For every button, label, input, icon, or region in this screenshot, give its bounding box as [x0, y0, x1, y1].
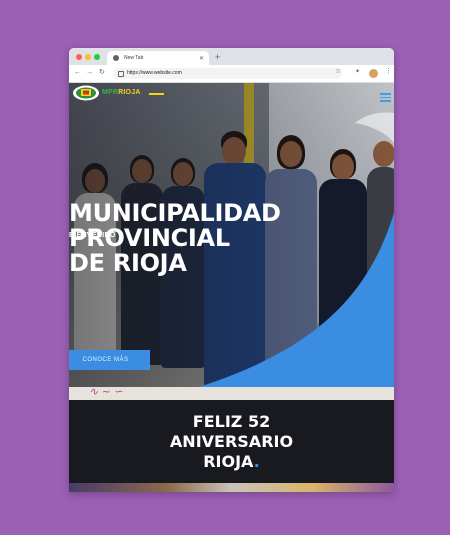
- browser-tab[interactable]: New Tab ✕: [107, 51, 209, 65]
- browser-toolbar: ← → ↻ https://www.website.com ☆ ✦ ⋮: [69, 65, 394, 83]
- logo-underline: [149, 93, 164, 95]
- tab-title: New Tab: [124, 55, 144, 61]
- hamburger-menu-icon[interactable]: [380, 93, 391, 104]
- menu-icon[interactable]: ⋮: [385, 67, 392, 77]
- url-text[interactable]: https://www.website.com: [127, 70, 182, 76]
- banner-line-1: FELIZ 52: [192, 412, 271, 431]
- extensions-icon[interactable]: ✦: [355, 68, 360, 75]
- bottom-image-strip: [69, 483, 394, 492]
- lock-icon: [118, 71, 124, 77]
- tab-bar: New Tab ✕ +: [69, 48, 394, 65]
- window-minimize-button[interactable]: [85, 54, 91, 60]
- script-decoration: ∿ ~ ∽: [89, 385, 124, 398]
- bookmark-star-icon[interactable]: ☆: [335, 67, 341, 75]
- hero-title: MUNICIPALIDAD PROVINCIAL DE RIOJA: [69, 201, 369, 276]
- banner-line-3: RIOJA.: [69, 453, 394, 471]
- logo-wordmark-green: MPR: [102, 89, 119, 96]
- close-icon[interactable]: ✕: [199, 55, 204, 62]
- hero-title-line: DE RIOJA: [69, 249, 187, 277]
- hero-section: MPRRIOJA BIENVENIDO MUNICIPALIDAD PROVIN…: [69, 83, 394, 387]
- banner-dot: .: [253, 452, 260, 471]
- reload-icon[interactable]: ↻: [99, 68, 105, 78]
- decorative-strip: ∿ ~ ∽: [69, 385, 394, 400]
- page-viewport: MPRRIOJA BIENVENIDO MUNICIPALIDAD PROVIN…: [69, 83, 394, 492]
- banner-line-3-text: RIOJA: [203, 452, 254, 471]
- new-tab-icon[interactable]: +: [215, 51, 220, 63]
- window-maximize-button[interactable]: [94, 54, 100, 60]
- address-bar[interactable]: https://www.website.com: [113, 68, 342, 79]
- municipal-seal-logo[interactable]: [72, 85, 100, 101]
- forward-icon[interactable]: →: [86, 68, 93, 78]
- banner-line-2: ANIVERSARIO: [169, 432, 294, 451]
- logo-wordmark[interactable]: MPRRIOJA: [102, 89, 141, 96]
- logo-wordmark-yellow: RIOJA: [118, 89, 141, 96]
- favicon-icon: [113, 55, 119, 61]
- profile-avatar[interactable]: [369, 69, 378, 78]
- conoce-mas-button[interactable]: CONOCE MÁS: [69, 350, 150, 370]
- hero-title-line: PROVINCIAL: [69, 224, 230, 252]
- browser-window: New Tab ✕ + ← → ↻ https://www.website.co…: [69, 48, 394, 492]
- hero-title-line: MUNICIPALIDAD: [69, 199, 281, 227]
- anniversary-banner: FELIZ 52 ANIVERSARIO RIOJA.: [69, 400, 394, 483]
- back-icon[interactable]: ←: [74, 68, 81, 78]
- window-close-button[interactable]: [76, 54, 82, 60]
